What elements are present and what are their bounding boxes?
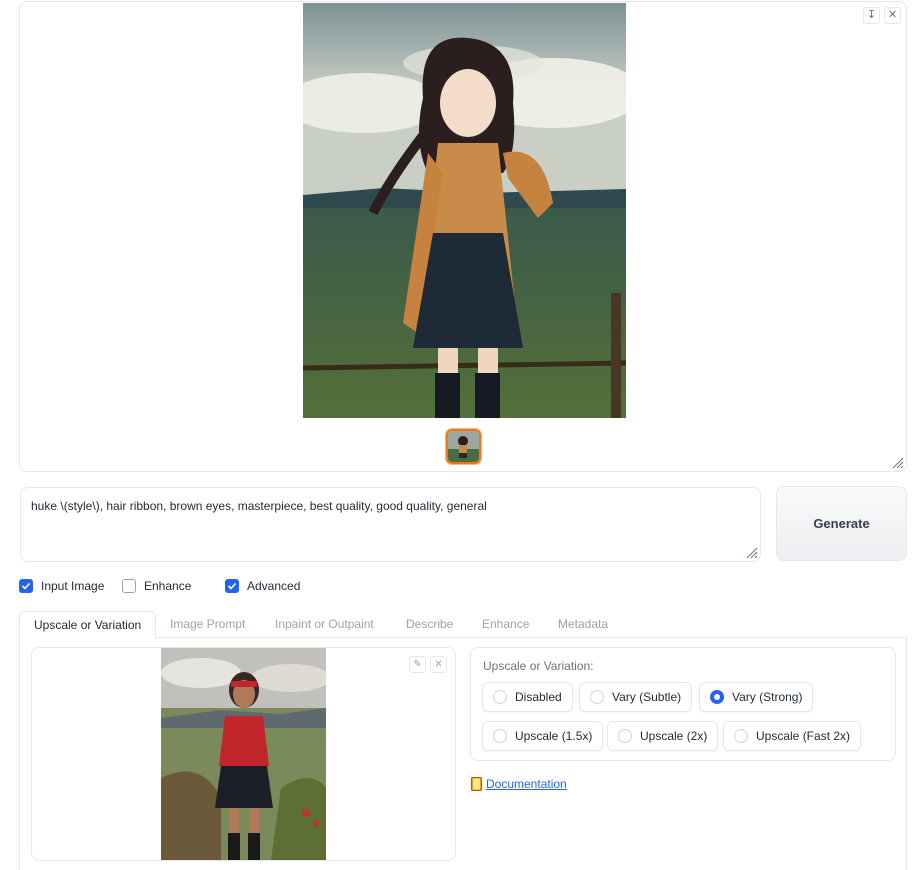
tab-enhance[interactable]: Enhance	[482, 611, 529, 638]
checkbox-unchecked-icon[interactable]	[122, 579, 136, 593]
radio-label: Vary (Subtle)	[612, 690, 682, 704]
input-image-dropzone[interactable]: ✎ ✕	[31, 647, 456, 861]
radio-label: Upscale (Fast 2x)	[756, 729, 851, 743]
checkbox-checked-icon[interactable]	[19, 579, 33, 593]
tab-metadata[interactable]: Metadata	[558, 611, 608, 638]
radio-label: Disabled	[515, 690, 562, 704]
radio-upscale-fast-2x[interactable]: Upscale (Fast 2x)	[723, 721, 862, 751]
tab-inpaint-or-outpaint[interactable]: Inpaint or Outpaint	[275, 611, 374, 638]
input-image-checkbox[interactable]: Input Image	[19, 579, 104, 593]
radio-icon[interactable]	[734, 729, 748, 743]
radio-label: Vary (Strong)	[732, 690, 803, 704]
radio-icon[interactable]	[618, 729, 632, 743]
tab-upscale-or-variation[interactable]: Upscale or Variation	[19, 611, 157, 639]
radio-vary-subtle[interactable]: Vary (Subtle)	[579, 682, 693, 712]
enhance-checkbox[interactable]: Enhance	[122, 579, 191, 593]
gallery-thumbnail[interactable]	[446, 429, 481, 464]
radio-icon[interactable]	[493, 690, 507, 704]
upscale-variation-group: Upscale or Variation: Disabled Vary (Sub…	[470, 647, 896, 761]
close-icon[interactable]: ✕	[884, 7, 901, 24]
prompt-text: huke \(style\), hair ribbon, brown eyes,…	[31, 499, 487, 513]
tab-image-prompt[interactable]: Image Prompt	[170, 611, 245, 638]
group-label: Upscale or Variation:	[483, 659, 594, 673]
checkbox-checked-icon[interactable]	[225, 579, 239, 593]
advanced-checkbox[interactable]: Advanced	[225, 579, 300, 593]
radio-disabled[interactable]: Disabled	[482, 682, 573, 712]
tab-bar: Upscale or Variation Image Prompt Inpain…	[19, 611, 907, 639]
radio-icon[interactable]	[590, 690, 604, 704]
clear-icon[interactable]: ✕	[430, 656, 447, 673]
input-image	[161, 648, 326, 860]
checkbox-label: Input Image	[41, 579, 105, 593]
resize-handle-icon[interactable]	[746, 547, 758, 559]
download-icon[interactable]: ↧	[863, 7, 880, 24]
resize-handle-icon[interactable]	[892, 457, 904, 469]
generate-button[interactable]: Generate	[776, 486, 907, 561]
radio-upscale-2x[interactable]: Upscale (2x)	[607, 721, 719, 751]
radio-label: Upscale (2x)	[640, 729, 708, 743]
output-gallery: ↧ ✕	[19, 1, 907, 472]
radio-label: Upscale (1.5x)	[515, 729, 593, 743]
radio-selected-icon[interactable]	[710, 690, 724, 704]
radio-icon[interactable]	[493, 729, 507, 743]
prompt-input[interactable]: huke \(style\), hair ribbon, brown eyes,…	[20, 487, 761, 562]
checkbox-label: Enhance	[144, 579, 192, 593]
tab-describe[interactable]: Describe	[406, 611, 453, 638]
radio-upscale-1-5x[interactable]: Upscale (1.5x)	[482, 721, 604, 751]
radio-vary-strong[interactable]: Vary (Strong)	[699, 682, 814, 712]
edit-icon[interactable]: ✎	[409, 656, 426, 673]
book-icon	[471, 777, 482, 791]
documentation-link[interactable]: Documentation	[471, 777, 567, 791]
checkbox-label: Advanced	[247, 579, 301, 593]
documentation-label[interactable]: Documentation	[486, 777, 567, 791]
generated-image[interactable]	[303, 3, 626, 418]
